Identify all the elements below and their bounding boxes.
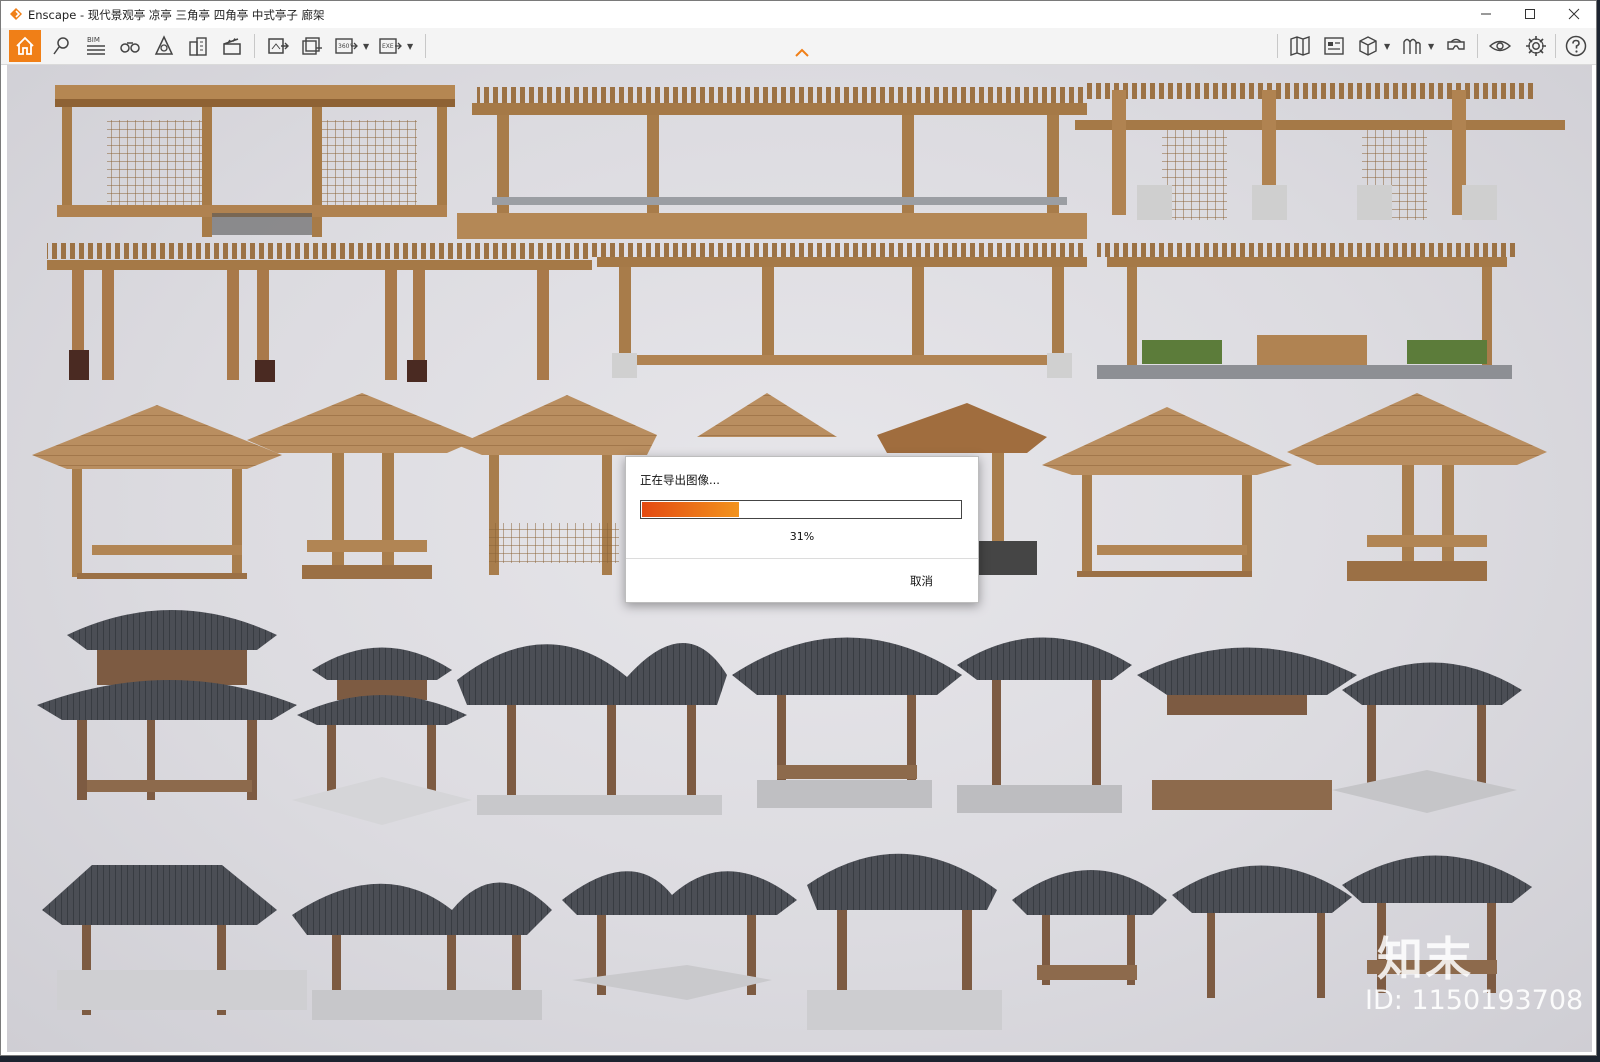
maximize-icon — [1525, 9, 1535, 19]
chevron-down-icon[interactable]: ▼ — [1428, 42, 1434, 51]
map-button[interactable] — [1285, 31, 1315, 61]
clapperboard-icon — [223, 38, 241, 55]
close-button[interactable] — [1552, 1, 1596, 27]
chevron-down-icon[interactable]: ▼ — [407, 42, 413, 51]
toolbar-divider — [254, 34, 255, 58]
dialog-title: 正在导出图像... — [640, 473, 720, 487]
walk-mode-button[interactable] — [115, 31, 145, 61]
chevron-up-icon[interactable] — [795, 48, 809, 57]
toolbar-divider — [1477, 34, 1478, 58]
building-icon — [189, 37, 207, 56]
object-button[interactable] — [1353, 31, 1383, 61]
pergola-lattice-a — [55, 85, 455, 237]
maximize-button[interactable] — [1508, 1, 1552, 27]
vr-headset-button[interactable] — [1441, 31, 1471, 61]
chinese-pavilion-row-2 — [42, 853, 1532, 1030]
help-icon — [1565, 35, 1587, 57]
visual-settings-button[interactable] — [1485, 31, 1515, 61]
pergola-bench-e — [592, 243, 1087, 378]
help-button[interactable] — [1561, 31, 1591, 61]
general-settings-button[interactable] — [1521, 31, 1551, 61]
pergola-posts-d — [47, 243, 592, 382]
views-button[interactable] — [47, 31, 77, 61]
enscape-logo-icon — [10, 8, 22, 20]
minimize-button[interactable] — [1464, 1, 1508, 27]
vr-headset-icon — [1447, 38, 1465, 50]
map-icon — [1290, 36, 1310, 56]
location-pin-icon — [53, 37, 69, 55]
video-editor-button[interactable] — [217, 31, 247, 61]
enscape-window: Enscape - 现代景观亭 凉亭 三角亭 四角亭 中式亭子 廊架 BIM 3… — [0, 0, 1597, 1056]
svg-text:360°: 360° — [338, 43, 352, 50]
cube-icon — [1359, 36, 1377, 56]
bim-icon: BIM — [87, 36, 105, 55]
panorama-360-icon: 360° — [335, 38, 358, 54]
asset-library-button[interactable] — [1397, 31, 1427, 61]
home-icon — [16, 36, 34, 55]
watermark-id: ID: 1150193708 — [1365, 985, 1584, 1016]
title-bar: Enscape - 现代景观亭 凉亭 三角亭 四角亭 中式亭子 廊架 — [1, 1, 1596, 27]
toolbar-divider — [1277, 34, 1278, 58]
render-image-button[interactable] — [263, 31, 293, 61]
cancel-button[interactable]: 取消 — [906, 571, 937, 591]
pergola-planter-f — [1097, 243, 1517, 379]
export-progress-dialog: 正在导出图像... 31% 取消 — [625, 456, 979, 603]
toolbar-divider — [425, 34, 426, 58]
binoculars-icon — [120, 42, 140, 53]
eye-icon — [1488, 40, 1512, 52]
materials-icon — [1324, 37, 1344, 55]
toolbar: BIM 360° ▼ EXE ▼ ▼ ▼ — [1, 28, 1596, 65]
chinese-pavilion-row-1 — [37, 610, 1522, 825]
chevron-down-icon[interactable]: ▼ — [1384, 42, 1390, 51]
asset-library-icon — [1403, 38, 1421, 54]
gear-icon — [1526, 36, 1546, 56]
exe-export-button[interactable]: EXE — [375, 31, 405, 61]
toolbar-divider — [1555, 34, 1556, 58]
home-button[interactable] — [9, 30, 41, 62]
bim-button[interactable]: BIM — [81, 31, 111, 61]
pergola-arched-c — [1075, 83, 1565, 220]
atmosphere-button[interactable] — [149, 31, 179, 61]
close-icon — [1568, 8, 1580, 20]
window-title: Enscape - 现代景观亭 凉亭 三角亭 四角亭 中式亭子 廊架 — [28, 8, 325, 22]
batch-render-button[interactable] — [297, 31, 327, 61]
watermark-logo: 知末 — [1377, 932, 1473, 986]
progress-bar — [640, 500, 962, 519]
materials-button[interactable] — [1319, 31, 1349, 61]
minimize-icon — [1481, 13, 1491, 15]
site-context-button[interactable] — [183, 31, 213, 61]
batch-render-icon — [302, 37, 322, 55]
screenshot-export-icon — [268, 38, 289, 54]
exe-export-icon: EXE — [379, 38, 402, 54]
chevron-down-icon[interactable]: ▼ — [363, 42, 369, 51]
progress-fill — [642, 502, 740, 517]
svg-text:EXE: EXE — [382, 43, 394, 50]
progress-percent: 31% — [789, 530, 815, 543]
sun-icon — [154, 35, 174, 55]
pergola-long-b — [457, 87, 1087, 239]
dialog-divider — [626, 558, 978, 559]
svg-text:BIM: BIM — [87, 36, 100, 44]
panorama-button[interactable]: 360° — [331, 31, 361, 61]
